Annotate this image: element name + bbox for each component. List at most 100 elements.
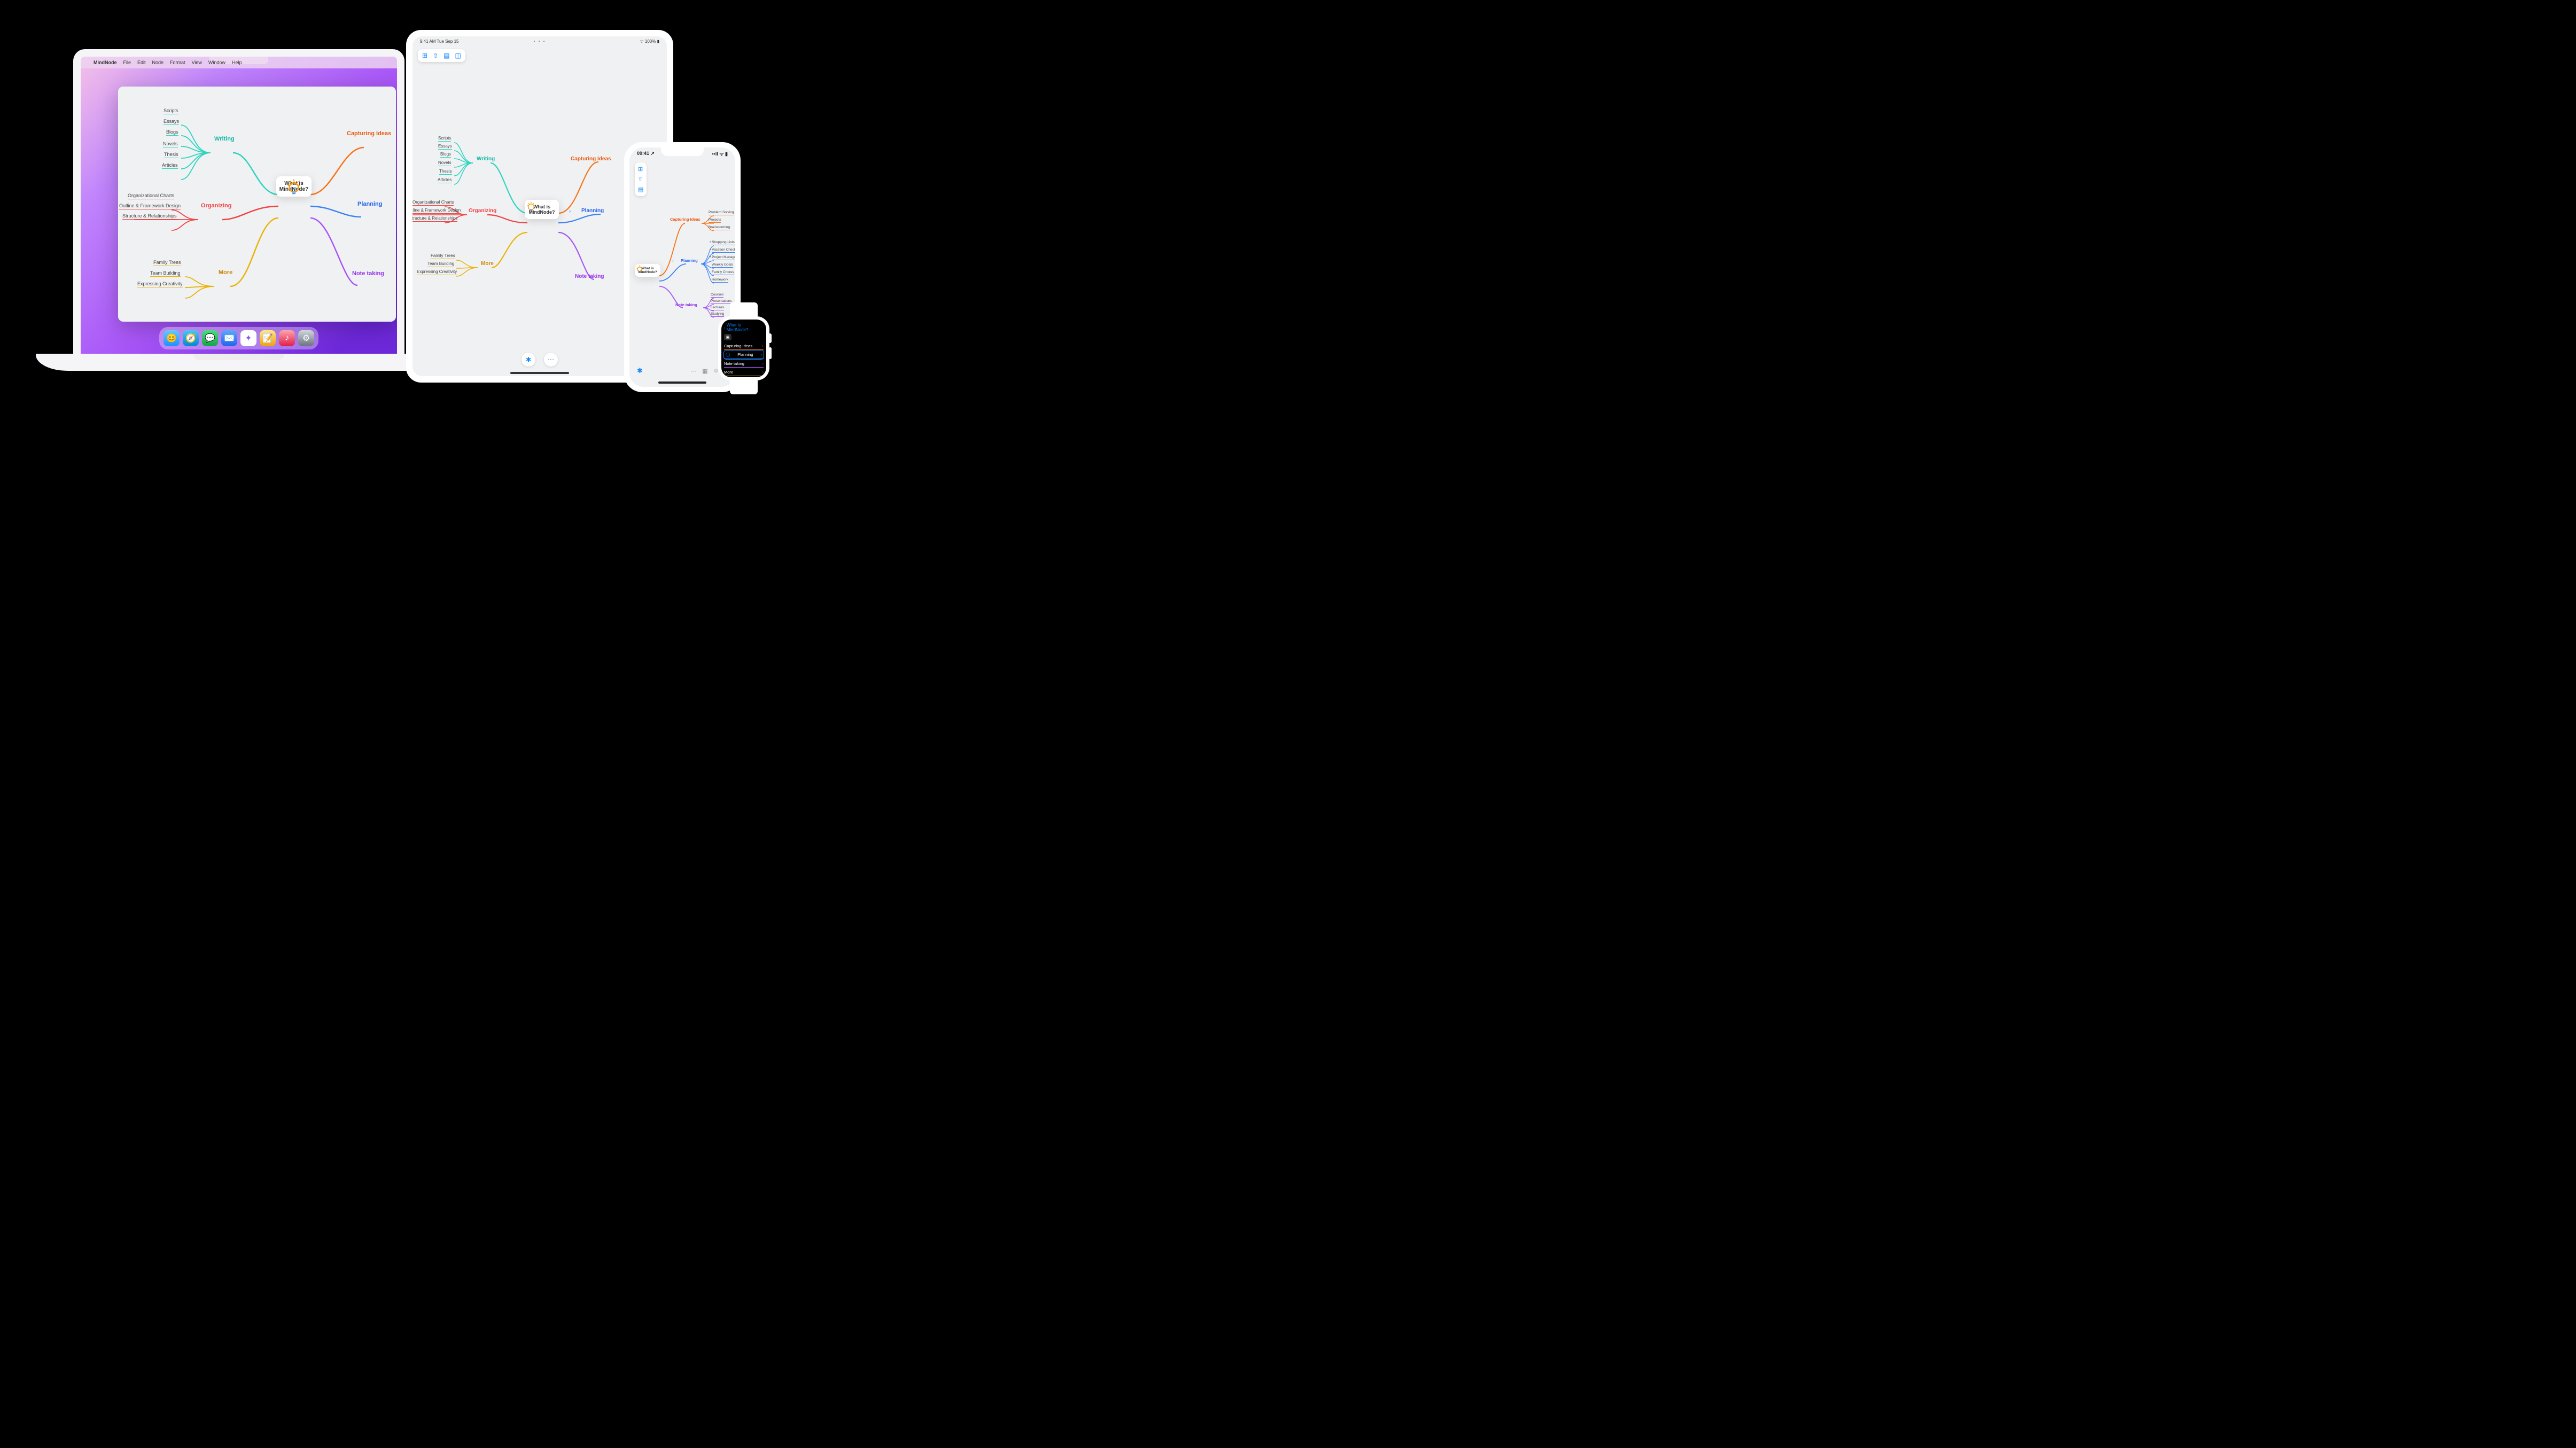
watch-item[interactable]: Capturing Ideas› <box>724 342 764 350</box>
branch-more[interactable]: More <box>481 261 494 267</box>
leaf-org-charts[interactable]: Organizational Charts <box>128 193 174 199</box>
leaf-articles[interactable]: Articles <box>162 162 178 169</box>
ipad-bottom-toolbar: ✱ ⋯ <box>522 353 558 367</box>
dock-settings-icon[interactable]: ⚙ <box>298 330 314 346</box>
mindmap-view-icon[interactable]: ✱ <box>637 367 643 375</box>
branch-capturing[interactable]: Capturing Ideas <box>670 217 701 222</box>
branch-planning[interactable]: Planning <box>681 258 698 263</box>
iphone-signal-icon: ••ll ᯤ ▮ <box>712 150 728 157</box>
dock-safari-icon[interactable]: 🧭 <box>183 330 199 346</box>
multitask-dots-icon[interactable]: • • • <box>534 39 546 44</box>
branch-notetaking[interactable]: Note taking <box>575 274 604 279</box>
digital-crown[interactable] <box>768 333 772 343</box>
branch-notetaking[interactable]: Note taking <box>352 270 384 277</box>
expand-arrow-icon[interactable]: › <box>672 258 674 263</box>
leaf-homework[interactable]: Homework <box>712 278 728 283</box>
leaf-thesis[interactable]: Thesis <box>439 169 452 175</box>
documents-icon[interactable]: ⊞ <box>422 52 427 59</box>
image-icon[interactable]: ▦ <box>702 368 707 375</box>
leaf-blogs[interactable]: Blogs <box>166 129 178 136</box>
share-icon[interactable]: ⇧ <box>433 52 438 59</box>
menu-view[interactable]: View <box>192 60 202 65</box>
watch-item[interactable]: Note taking› <box>724 360 764 368</box>
watch-item[interactable]: More› <box>724 368 764 376</box>
center-node[interactable]: What is MindNode? <box>276 176 312 197</box>
leaf-chores[interactable]: Family Chores <box>712 270 734 275</box>
expand-arrow-icon[interactable]: › <box>569 208 571 214</box>
leaf-vacation[interactable]: Vacation Checklists <box>712 248 735 253</box>
leaf-structure[interactable]: Structure & Relationships <box>413 216 457 222</box>
center-node-ipad[interactable]: What is MindNode? <box>525 200 559 219</box>
home-indicator[interactable] <box>658 382 706 384</box>
home-indicator[interactable] <box>510 372 569 374</box>
menu-window[interactable]: Window <box>208 60 225 65</box>
menu-node[interactable]: Node <box>152 60 164 65</box>
menu-edit[interactable]: Edit <box>137 60 146 65</box>
branch-capturing[interactable]: Capturing Ideas <box>347 130 391 137</box>
dock-notes-icon[interactable]: 📝 <box>260 330 276 346</box>
branch-more[interactable]: More <box>219 269 232 276</box>
branch-organizing[interactable]: Organizing <box>469 208 496 214</box>
branch-writing[interactable]: Writing <box>214 136 235 142</box>
leaf-shopping[interactable]: Shopping Lists <box>712 240 735 245</box>
watch-center-icon[interactable]: ▣ <box>724 334 731 340</box>
branch-capturing[interactable]: Capturing Ideas <box>571 156 611 162</box>
leaf-blogs[interactable]: Blogs <box>440 152 451 158</box>
leaf-courses[interactable]: Courses <box>711 293 723 298</box>
macbook-device: MindNode File Edit Node Format View Wind… <box>73 49 421 371</box>
iphone-time: 09:41 <box>637 151 649 156</box>
leaf-family[interactable]: Family Trees <box>431 253 455 259</box>
leaf-org-charts[interactable]: Organizational Charts <box>413 200 454 206</box>
leaf-projects[interactable]: Projects <box>709 218 721 223</box>
macbook-screen: MindNode File Edit Node Format View Wind… <box>73 49 404 354</box>
iphone-notch <box>661 147 704 156</box>
dock-music-icon[interactable]: ♪ <box>279 330 295 346</box>
more-options-icon[interactable]: ⋯ <box>544 353 558 367</box>
outline-toggle-icon[interactable]: ▤ <box>443 52 449 59</box>
macos-menubar: MindNode File Edit Node Format View Wind… <box>81 57 397 68</box>
menubar-app-name[interactable]: MindNode <box>94 60 117 65</box>
leaf-outline[interactable]: Outline & Framework Design <box>413 208 461 214</box>
branch-planning[interactable]: Planning <box>581 208 604 214</box>
menu-help[interactable]: Help <box>232 60 242 65</box>
dock-mindnode-icon[interactable]: ✦ <box>240 330 256 346</box>
leaf-outline[interactable]: Outline & Framework Design <box>119 203 181 209</box>
leaf-thesis[interactable]: Thesis <box>164 152 178 158</box>
sidebar-toggle-icon[interactable]: ◫ <box>455 52 461 59</box>
side-button[interactable] <box>769 347 772 359</box>
watch-item[interactable]: ◯ Planning› <box>724 351 764 359</box>
leaf-articles[interactable]: Articles <box>438 177 452 183</box>
leaf-weekly[interactable]: Weekly Goals <box>712 263 733 268</box>
more-icon[interactable]: ⋯ <box>691 368 697 375</box>
leaf-creativity[interactable]: Expressing Creativity <box>137 281 183 287</box>
leaf-essays[interactable]: Essays <box>164 119 179 125</box>
leaf-problem[interactable]: Problem Solving <box>709 211 734 215</box>
leaf-novels[interactable]: Novels <box>438 160 451 166</box>
branch-notetaking[interactable]: Note taking <box>675 302 697 307</box>
leaf-creativity[interactable]: Expressing Creativity <box>417 269 457 275</box>
menu-file[interactable]: File <box>123 60 131 65</box>
leaf-pm[interactable]: Project Management <box>712 255 735 260</box>
leaf-brainstorm[interactable]: Brainstorming <box>709 225 730 230</box>
leaf-scripts[interactable]: Scripts <box>164 108 178 114</box>
leaf-structure[interactable]: Structure & Relationships <box>122 213 177 220</box>
ipad-battery: ᯤ 100% ▮ <box>640 38 659 44</box>
mindmap-view-icon[interactable]: ✱ <box>522 353 535 367</box>
mindmap-canvas-mac[interactable]: What is MindNode? <box>118 87 396 322</box>
leaf-scripts[interactable]: Scripts <box>438 136 451 142</box>
watch-back-button[interactable]: ‹ What is MindNode? <box>724 323 764 332</box>
leaf-team[interactable]: Team Building <box>150 270 181 277</box>
leaf-team[interactable]: Team Building <box>427 261 454 267</box>
branch-writing[interactable]: Writing <box>477 156 495 162</box>
branch-organizing[interactable]: Organizing <box>201 203 231 209</box>
leaf-novels[interactable]: Novels <box>163 141 178 147</box>
dock-messages-icon[interactable]: 💬 <box>202 330 218 346</box>
leaf-family[interactable]: Family Trees <box>153 260 181 266</box>
dock-mail-icon[interactable]: ✉️ <box>221 330 237 346</box>
branch-planning[interactable]: Planning <box>357 201 382 207</box>
menu-format[interactable]: Format <box>170 60 185 65</box>
center-node-iphone[interactable]: What is MindNode? <box>635 264 660 277</box>
leaf-essays[interactable]: Essays <box>438 144 452 150</box>
dock-finder-icon[interactable]: 😊 <box>164 330 180 346</box>
ipad-time: 9:41 AM Tue Sep 15 <box>420 39 459 44</box>
